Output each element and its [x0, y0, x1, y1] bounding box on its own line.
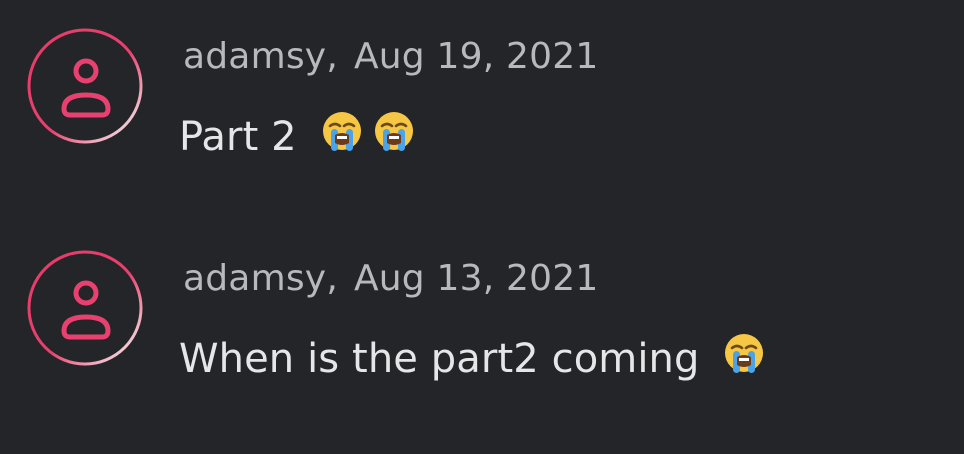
comment-meta: adamsy, Aug 13, 2021 — [183, 257, 598, 301]
comment-meta: adamsy, Aug 19, 2021 — [183, 35, 598, 79]
comment-item: adamsy, Aug 19, 2021 Part 2 — [0, 0, 964, 200]
comment-date: Aug 19, 2021 — [353, 36, 599, 77]
comment-author[interactable]: adamsy — [183, 258, 326, 299]
user-icon — [27, 250, 143, 366]
comment-text: When is the part2 coming — [179, 330, 768, 382]
avatar[interactable] — [26, 249, 144, 367]
comment-text-content: Part 2 — [179, 114, 297, 160]
comment-item: adamsy, Aug 13, 2021 When is the part2 co… — [0, 222, 964, 422]
loudly-crying-face-icon — [720, 330, 768, 378]
comment-date: Aug 13, 2021 — [353, 258, 599, 299]
comment-author[interactable]: adamsy — [183, 36, 326, 77]
loudly-crying-face-icon — [318, 108, 366, 156]
meta-separator: , — [326, 258, 338, 299]
meta-separator: , — [326, 36, 338, 77]
comment-text-content: When is the part2 coming — [179, 336, 700, 382]
comment-text: Part 2 — [179, 108, 418, 160]
loudly-crying-face-icon — [370, 108, 418, 156]
comment-list: adamsy, Aug 19, 2021 Part 2 adamsy, Aug … — [0, 0, 964, 454]
avatar[interactable] — [26, 27, 144, 145]
user-icon — [27, 28, 143, 144]
